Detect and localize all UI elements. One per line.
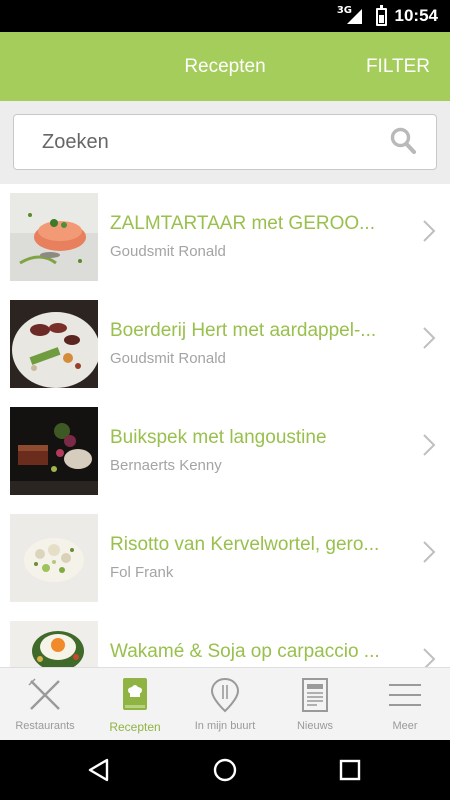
nav-item-recepten[interactable]: Recepten bbox=[90, 668, 180, 741]
status-bar: 3G 10:54 bbox=[0, 0, 450, 32]
recipe-author: Fol Frank bbox=[110, 564, 174, 581]
recipe-author: Bernaerts Kenny bbox=[110, 457, 222, 474]
chevron-right-icon bbox=[423, 220, 436, 242]
recipe-thumbnail bbox=[10, 621, 98, 667]
nav-item-restaurants[interactable]: Restaurants bbox=[0, 668, 90, 741]
recipe-row[interactable]: Boerderij Hert met aardappel-... Goudsmi… bbox=[0, 292, 450, 399]
clock: 10:54 bbox=[394, 6, 438, 25]
filter-button[interactable]: FILTER bbox=[366, 56, 430, 78]
chevron-right-icon bbox=[423, 541, 436, 563]
recipe-author: Goudsmit Ronald bbox=[110, 243, 226, 260]
search-box[interactable] bbox=[13, 114, 437, 170]
chevron-right-icon bbox=[423, 434, 436, 456]
search-icon[interactable] bbox=[390, 127, 416, 155]
system-navigation-bar bbox=[0, 740, 450, 800]
map-pin-icon bbox=[210, 677, 240, 713]
signal-icon bbox=[347, 9, 362, 24]
chef-hat-book-icon bbox=[123, 678, 147, 710]
recipe-list: ZALMTARTAAR met GEROO... Goudsmit Ronald… bbox=[0, 185, 450, 667]
newspaper-icon bbox=[302, 678, 328, 712]
recipe-title: Boerderij Hert met aardappel-... bbox=[110, 320, 377, 341]
recipe-thumbnail bbox=[10, 514, 98, 602]
recipe-row[interactable]: Risotto van Kervelwortel, gero... Fol Fr… bbox=[0, 506, 450, 613]
recipe-thumbnail bbox=[10, 300, 98, 388]
search-area bbox=[0, 101, 450, 184]
battery-icon bbox=[376, 5, 387, 26]
menu-icon bbox=[389, 684, 421, 706]
search-input[interactable] bbox=[42, 127, 382, 157]
recipe-title: Buikspek met langoustine bbox=[110, 427, 327, 448]
bottom-navigation: Restaurants Recepten In mijn buurt Nieuw… bbox=[0, 667, 450, 740]
app-bar: Recepten FILTER bbox=[0, 32, 450, 101]
recipe-author: Goudsmit Ronald bbox=[110, 350, 226, 367]
nav-item-meer[interactable]: Meer bbox=[360, 668, 450, 741]
nav-item-in-mijn-buurt[interactable]: In mijn buurt bbox=[180, 668, 270, 741]
nav-label: Nieuws bbox=[296, 720, 334, 732]
recipe-title: Wakamé & Soja op carpaccio ... bbox=[110, 641, 380, 662]
chevron-right-icon bbox=[423, 648, 436, 667]
back-icon[interactable] bbox=[85, 756, 113, 784]
nav-label: Meer bbox=[392, 720, 418, 732]
nav-label: In mijn buurt bbox=[194, 720, 256, 732]
nav-label: Recepten bbox=[109, 720, 161, 734]
recipe-thumbnail bbox=[10, 193, 98, 281]
chevron-right-icon bbox=[423, 327, 436, 349]
recipe-title: Risotto van Kervelwortel, gero... bbox=[110, 534, 380, 555]
recents-icon[interactable] bbox=[336, 756, 364, 784]
nav-item-nieuws[interactable]: Nieuws bbox=[270, 668, 360, 741]
recipe-row[interactable]: Wakamé & Soja op carpaccio ... bbox=[0, 613, 450, 667]
recipe-title: ZALMTARTAAR met GEROO... bbox=[110, 213, 375, 234]
home-icon[interactable] bbox=[211, 756, 239, 784]
nav-label: Restaurants bbox=[15, 720, 75, 732]
recipe-row[interactable]: ZALMTARTAAR met GEROO... Goudsmit Ronald bbox=[0, 185, 450, 292]
cutlery-icon bbox=[28, 678, 60, 710]
recipe-row[interactable]: Buikspek met langoustine Bernaerts Kenny bbox=[0, 399, 450, 506]
recipe-thumbnail bbox=[10, 407, 98, 495]
